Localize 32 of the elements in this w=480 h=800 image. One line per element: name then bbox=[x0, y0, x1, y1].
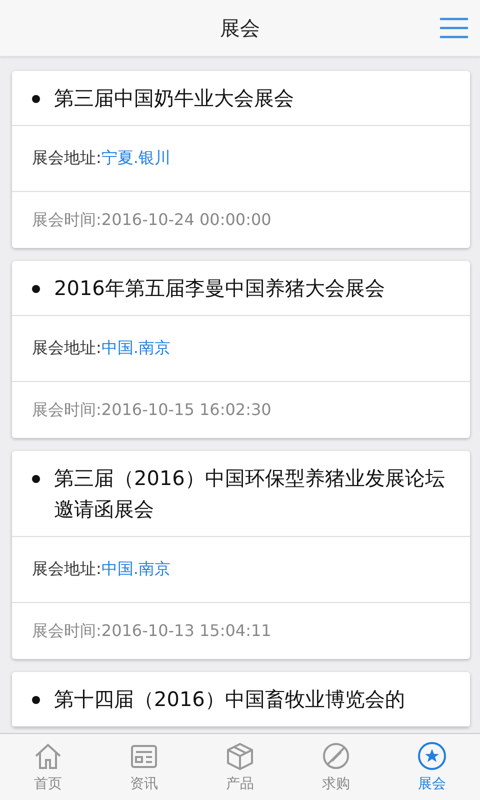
exhibition-title: 第十四届（2016）中国畜牧业博览会的 bbox=[54, 686, 405, 713]
address-label: 展会地址: bbox=[32, 559, 102, 580]
exhibition-card[interactable]: 第三届中国奶牛业大会展会 展会地址:宁夏.银川 展会时间:2016-10-24 00:00:00 bbox=[12, 71, 470, 248]
page-title: 展会 bbox=[220, 14, 260, 42]
exhibition-card[interactable]: 第十四届（2016）中国畜牧业博览会的 bbox=[12, 672, 470, 727]
bullet-icon bbox=[32, 475, 40, 483]
address-label: 展会地址: bbox=[32, 338, 102, 359]
exhibition-card[interactable]: 第三届（2016）中国环保型养猪业发展论坛邀请函展会 展会地址:中国.南京 展会时间:2016-10-13 15:04:11 bbox=[12, 451, 470, 659]
exhibition-card[interactable]: 2016年第五届李曼中国养猪大会展会 展会地址:中国.南京 展会时间:2016-10-15 16:02:30 bbox=[12, 261, 470, 438]
bullet-icon bbox=[32, 696, 40, 704]
address-label: 展会地址: bbox=[32, 148, 102, 169]
exhibition-time: 展会时间:2016-10-15 16:02:30 bbox=[32, 400, 272, 420]
address-value: 宁夏.银川 bbox=[101, 148, 170, 169]
slashed-circle-icon bbox=[321, 741, 351, 771]
exhibition-title: 第三届中国奶牛业大会展会 bbox=[54, 85, 294, 112]
tab-bar-item[interactable]: 产品 bbox=[192, 734, 288, 800]
exhibition-title: 2016年第五届李曼中国养猪大会展会 bbox=[54, 275, 385, 302]
address-value: 中国.南京 bbox=[101, 338, 170, 359]
tab-bar-item[interactable]: 求购 bbox=[288, 734, 384, 800]
menu-icon[interactable] bbox=[439, 17, 469, 39]
bullet-icon bbox=[32, 285, 40, 293]
bullet-icon bbox=[32, 95, 40, 103]
tab-bar-item[interactable]: 展会 bbox=[384, 734, 480, 800]
tab-bar-item[interactable]: 首页 bbox=[0, 734, 96, 800]
exhibition-time: 展会时间:2016-10-13 15:04:11 bbox=[32, 620, 272, 642]
tab-bar-item[interactable]: 资讯 bbox=[96, 734, 192, 800]
exhibition-time: 展会时间:2016-10-24 00:00:00 bbox=[32, 210, 272, 230]
home-icon bbox=[33, 741, 63, 771]
address-value: 中国.南京 bbox=[101, 559, 170, 580]
exhibition-title: 第三届（2016）中国环保型养猪业发展论坛邀请函展会 bbox=[54, 465, 446, 523]
star-circle-icon bbox=[417, 741, 447, 771]
cube-icon bbox=[225, 741, 255, 771]
